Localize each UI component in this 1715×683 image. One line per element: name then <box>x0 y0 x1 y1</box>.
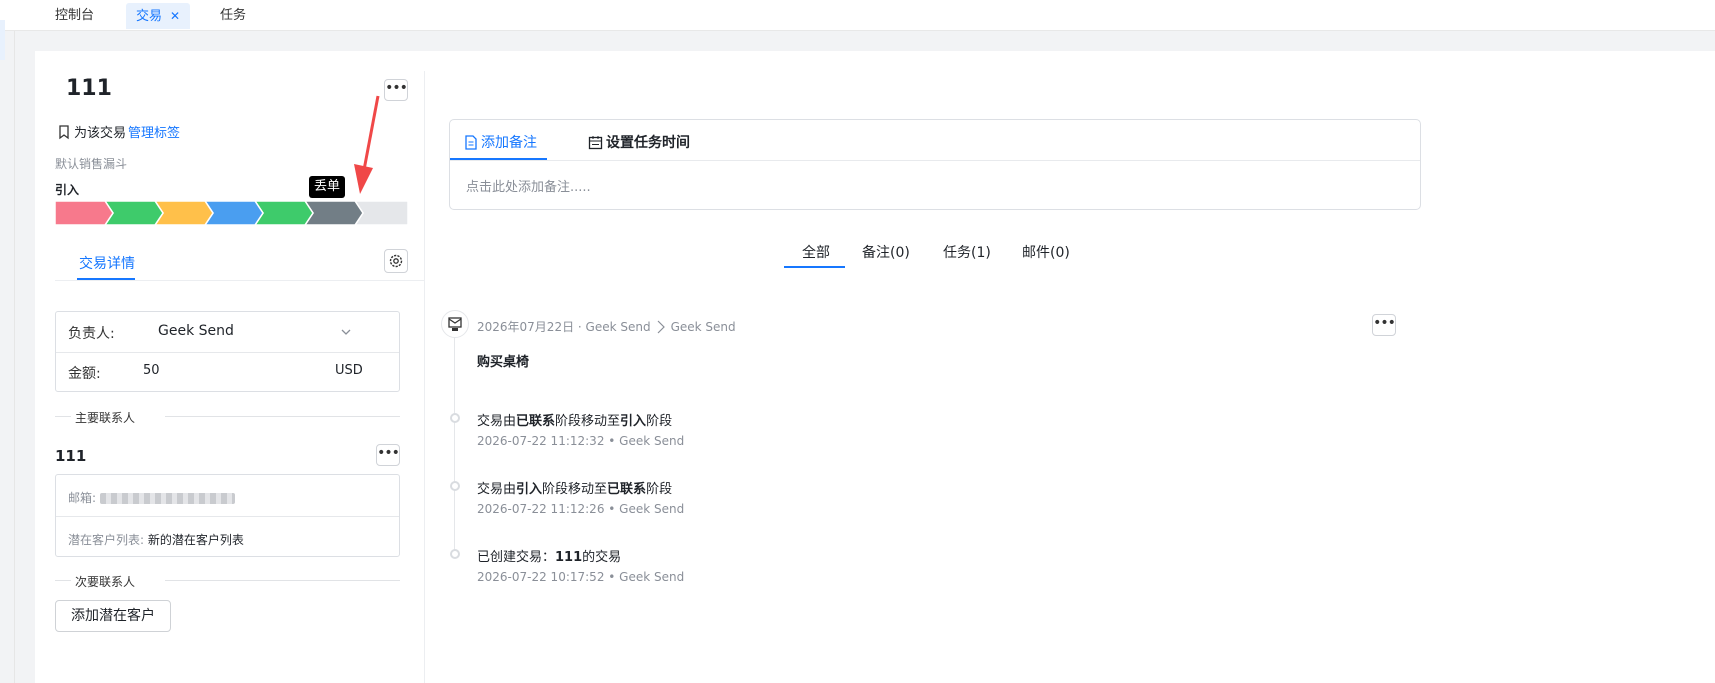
owner-field[interactable]: 负责人: Geek Send <box>56 312 399 352</box>
add-lead-button[interactable]: 添加潜在客户 <box>55 600 171 632</box>
current-stage-label: 引入 <box>55 183 80 197</box>
owner-value: Geek Send <box>158 323 234 339</box>
funnel-name: 默认销售漏斗 <box>55 157 128 171</box>
amount-field[interactable]: 金额: 50 USD <box>56 352 399 392</box>
event-meta: 2026-07-22 11:12:26 • Geek Send <box>477 502 685 516</box>
email-label: 邮箱: <box>68 491 97 505</box>
filter-underline <box>784 266 845 268</box>
tabs-divider <box>55 280 424 281</box>
tab-dashboard[interactable]: 控制台 <box>45 3 104 29</box>
sidebar-indicator <box>0 20 5 60</box>
email-row: 邮箱: <box>68 489 235 506</box>
tab-set-task-time[interactable]: 设置任务时间 <box>588 132 690 152</box>
event-date: 2026年07月22日 · Geek Send <box>477 320 651 334</box>
section-title: 主要联系人 <box>75 411 136 425</box>
primary-contact-header: 主要联系人 <box>55 409 400 425</box>
tag-prefix: 为该交易 <box>74 126 127 141</box>
tab-divider <box>450 160 1420 161</box>
note-composer: 添加备注 设置任务时间 点击此处添加备注..... <box>449 119 1421 210</box>
deal-more-button[interactable]: ••• <box>384 79 408 101</box>
settings-button[interactable] <box>384 249 408 273</box>
pipeline-stage[interactable] <box>55 201 114 225</box>
chevron-down-icon[interactable] <box>340 327 352 337</box>
close-icon[interactable]: ✕ <box>170 9 180 23</box>
tab-label: 任务 <box>220 8 247 23</box>
amount-value: 50 <box>143 363 160 378</box>
chevron-right-icon <box>657 320 665 333</box>
event-more-button[interactable]: ••• <box>1372 314 1396 336</box>
lead-list-label: 潜在客户列表: <box>68 533 145 547</box>
calendar-icon <box>588 135 603 149</box>
currency-label: USD <box>335 363 363 378</box>
event-meta: 2026-07-22 10:17:52 • Geek Send <box>477 570 685 584</box>
field-divider <box>56 516 399 517</box>
panel-divider <box>424 71 425 683</box>
deal-fields: 负责人: Geek Send 金额: 50 USD <box>55 311 400 392</box>
pipeline-stages <box>55 201 408 225</box>
timeline-dot <box>450 481 460 491</box>
contact-name: 111 <box>55 447 87 465</box>
stage-change-event: 交易由引入阶段移动至已联系阶段 <box>477 482 673 497</box>
bookmark-icon <box>59 124 69 139</box>
mail-icon <box>448 317 462 331</box>
lead-list-row: 潜在客户列表: 新的潜在客户列表 <box>68 531 244 548</box>
lead-list-value: 新的潜在客户列表 <box>147 533 244 547</box>
contact-more-button[interactable]: ••• <box>376 444 400 466</box>
section-title: 次要联系人 <box>75 575 136 589</box>
event-meta: 2026-07-22 11:12:32 • Geek Send <box>477 434 685 448</box>
arrow-annotation <box>354 95 380 194</box>
stage-tooltip: 丢单 <box>309 176 346 198</box>
tab-label: 添加备注 <box>481 135 537 151</box>
tab-label: 设置任务时间 <box>606 135 690 151</box>
gear-icon <box>389 254 403 268</box>
tag-line: 为该交易 管理标签 <box>56 122 180 141</box>
email-redacted <box>99 493 235 504</box>
owner-label: 负责人: <box>68 326 115 342</box>
email-event-marker <box>441 310 469 338</box>
deal-title: 111 <box>66 76 112 101</box>
timeline-dot <box>450 413 460 423</box>
manage-tags-link[interactable]: 管理标签 <box>128 122 180 141</box>
email-event-meta: 2026年07月22日 · Geek Send Geek Send <box>477 318 736 335</box>
filter-tasks[interactable]: 任务(1) <box>943 242 991 262</box>
email-subject[interactable]: 购买桌椅 <box>477 351 529 370</box>
timeline-dot <box>450 549 460 559</box>
tab-deal-details[interactable]: 交易详情 <box>79 253 135 273</box>
contact-fields: 邮箱: 潜在客户列表: 新的潜在客户列表 <box>55 474 400 557</box>
document-icon <box>465 134 477 150</box>
stage-change-event: 交易由已联系阶段移动至引入阶段 <box>477 414 673 429</box>
tab-label: 控制台 <box>55 8 95 23</box>
filter-emails[interactable]: 邮件(0) <box>1022 242 1070 262</box>
tab-add-note[interactable]: 添加备注 <box>464 132 537 152</box>
amount-label: 金额: <box>68 366 101 382</box>
tab-bar: 控制台 交易 ✕ 任务 <box>0 0 1715 31</box>
tab-tasks[interactable]: 任务 <box>210 3 256 29</box>
filter-all[interactable]: 全部 <box>802 242 830 262</box>
tab-deal[interactable]: 交易 ✕ <box>126 3 191 29</box>
deal-created-event: 已创建交易：111的交易 <box>477 550 622 565</box>
note-input[interactable]: 点击此处添加备注..... <box>466 176 591 195</box>
timeline-line <box>454 325 455 555</box>
secondary-contact-header: 次要联系人 <box>55 573 400 589</box>
event-recipient: Geek Send <box>670 319 736 334</box>
tab-label: 交易 <box>136 9 163 24</box>
filter-notes[interactable]: 备注(0) <box>862 242 910 262</box>
sidebar-edge <box>14 31 15 683</box>
